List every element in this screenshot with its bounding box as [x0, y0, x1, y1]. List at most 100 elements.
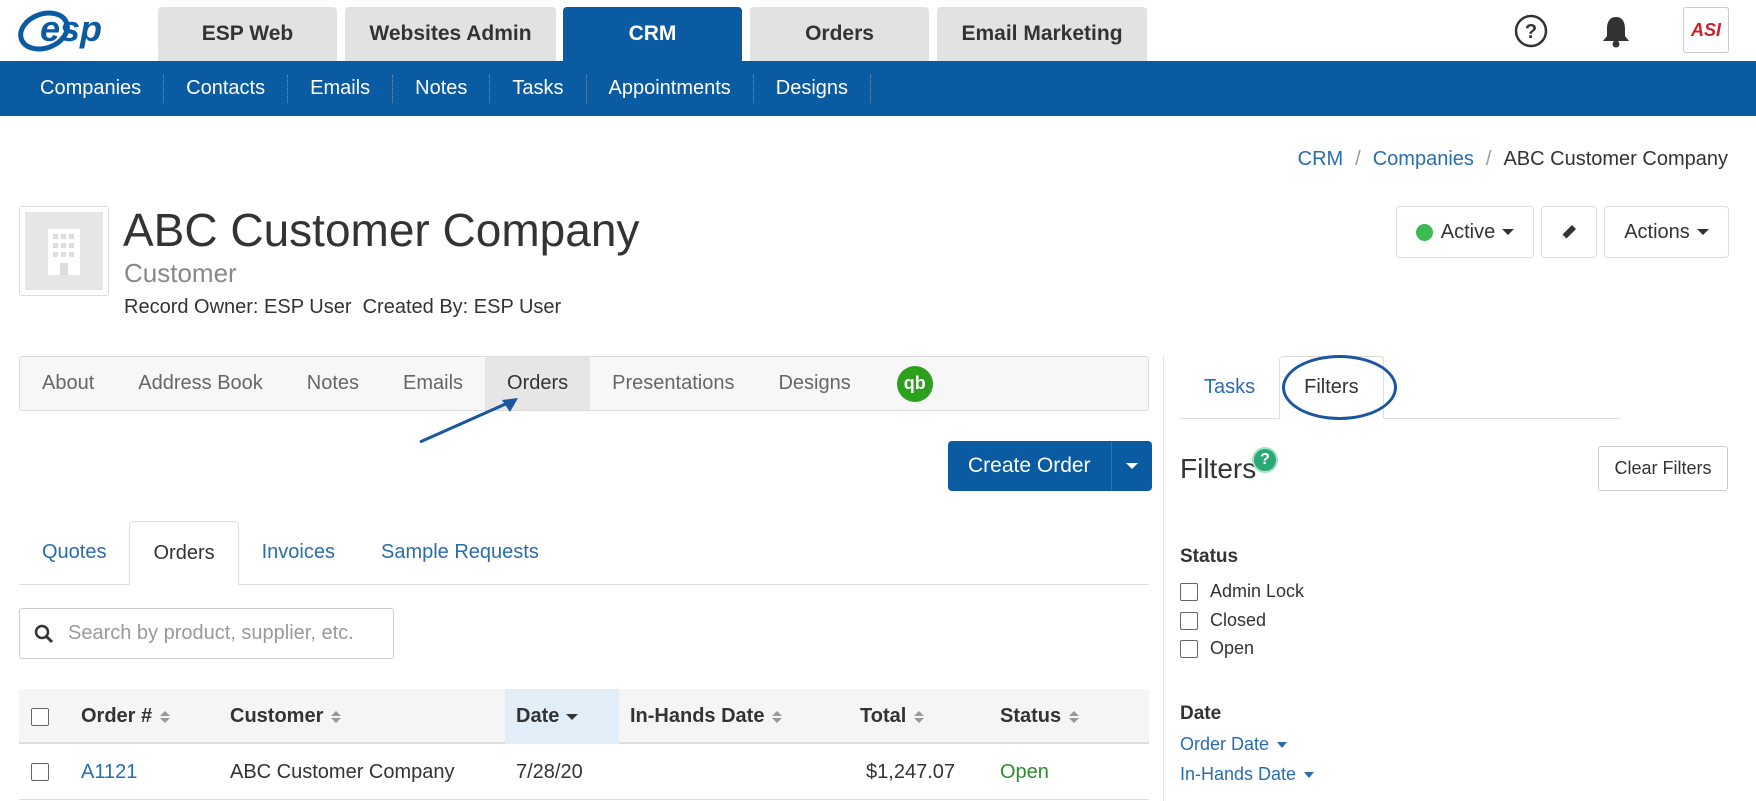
- tab-quotes[interactable]: Quotes: [19, 521, 129, 584]
- column-order-number[interactable]: Order #: [81, 689, 171, 744]
- subnav-emails[interactable]: Emails: [288, 74, 394, 103]
- actions-dropdown[interactable]: Actions: [1604, 206, 1729, 258]
- column-status[interactable]: Status: [1000, 689, 1080, 744]
- create-order-dropdown[interactable]: [1111, 441, 1152, 491]
- annotation-circle: [1282, 355, 1397, 420]
- sort-icon: [1069, 710, 1080, 723]
- column-in-hands-date[interactable]: In-Hands Date: [630, 689, 783, 744]
- quickbooks-icon[interactable]: qb: [896, 365, 933, 402]
- date-filter-heading: Date: [1180, 703, 1222, 724]
- subnav-notes[interactable]: Notes: [393, 74, 491, 103]
- table-row: A1121 ABC Customer Company 7/28/20 $1,24…: [19, 744, 1149, 800]
- search-icon: [34, 624, 54, 643]
- status-cell: Open: [1000, 760, 1049, 783]
- clear-filters-button[interactable]: Clear Filters: [1598, 446, 1728, 491]
- sort-icon: [331, 710, 342, 723]
- filter-option-admin-lock[interactable]: Admin Lock: [1180, 581, 1304, 602]
- tab-designs[interactable]: Designs: [756, 357, 872, 410]
- column-label: In-Hands Date: [630, 705, 765, 727]
- tab-address-book[interactable]: Address Book: [116, 357, 285, 410]
- app-tab-crm[interactable]: CRM: [563, 7, 742, 61]
- breadcrumb-current: ABC Customer Company: [1503, 148, 1728, 170]
- chevron-down-icon: [1696, 229, 1709, 235]
- tab-sample-requests[interactable]: Sample Requests: [358, 521, 562, 584]
- filter-option-label: Admin Lock: [1210, 581, 1305, 601]
- sort-icon: [914, 710, 925, 723]
- sort-icon: [160, 710, 171, 723]
- esp-logo[interactable]: esp: [18, 6, 130, 54]
- app-tab-websites-admin[interactable]: Websites Admin: [345, 7, 556, 61]
- breadcrumb-crm[interactable]: CRM: [1298, 148, 1344, 171]
- subnav-appointments[interactable]: Appointments: [587, 74, 754, 103]
- orders-table: Order # Customer Date In-Hands Date Tota…: [19, 689, 1149, 800]
- column-date[interactable]: Date: [505, 689, 619, 744]
- building-icon: [25, 212, 103, 290]
- breadcrumb-companies[interactable]: Companies: [1373, 148, 1474, 171]
- total-cell: $1,247.07: [866, 760, 955, 783]
- status-label: Active: [1440, 220, 1496, 243]
- pencil-icon: [1562, 225, 1576, 239]
- annotation-arrow: [419, 398, 518, 444]
- filter-checkbox[interactable]: [1180, 582, 1198, 601]
- bell-icon[interactable]: [1593, 8, 1639, 54]
- date-cell: 7/28/20: [516, 760, 583, 783]
- tab-tasks[interactable]: Tasks: [1180, 356, 1279, 418]
- chevron-down-icon: [1277, 741, 1288, 748]
- filter-option-label: Open: [1210, 638, 1255, 658]
- column-customer[interactable]: Customer: [230, 689, 342, 744]
- svg-text:?: ?: [1525, 21, 1537, 43]
- row-checkbox-cell: [31, 744, 49, 800]
- help-icon[interactable]: ?: [1252, 447, 1278, 473]
- tab-invoices[interactable]: Invoices: [239, 521, 358, 584]
- filter-checkbox[interactable]: [1180, 611, 1198, 630]
- filter-option-label: Closed: [1210, 610, 1267, 630]
- tab-notes[interactable]: Notes: [285, 357, 381, 410]
- tab-about[interactable]: About: [20, 357, 116, 410]
- column-label: Order #: [81, 705, 153, 727]
- sort-icon: [772, 710, 783, 723]
- filter-option-open[interactable]: Open: [1180, 638, 1254, 659]
- chevron-down-icon: [1502, 229, 1515, 235]
- filter-link-label: Order Date: [1180, 734, 1270, 754]
- subnav-designs[interactable]: Designs: [754, 74, 872, 103]
- page-title: ABC Customer Company: [123, 204, 640, 256]
- create-order-button-group: Create Order: [948, 441, 1152, 491]
- breadcrumb-separator: /: [1485, 148, 1492, 170]
- table-header: Order # Customer Date In-Hands Date Tota…: [19, 689, 1149, 744]
- record-tabs: About Address Book Notes Emails Orders P…: [19, 356, 1149, 411]
- sort-desc-icon: [566, 713, 579, 720]
- in-hands-date-filter[interactable]: In-Hands Date: [1180, 764, 1315, 785]
- help-circle-icon[interactable]: ?: [1508, 8, 1554, 54]
- user-avatar[interactable]: asi: [1683, 7, 1729, 53]
- column-total[interactable]: Total: [860, 689, 925, 744]
- tab-orders-sub[interactable]: Orders: [129, 521, 239, 585]
- column-label: Customer: [230, 705, 324, 727]
- subnav-tasks[interactable]: Tasks: [490, 74, 587, 103]
- app-tab-email-marketing[interactable]: Email Marketing: [937, 7, 1147, 61]
- column-label: Status: [1000, 705, 1062, 727]
- customer-cell: ABC Customer Company: [230, 760, 455, 783]
- status-dropdown[interactable]: Active: [1396, 206, 1534, 258]
- tab-presentations[interactable]: Presentations: [590, 357, 756, 410]
- row-checkbox[interactable]: [31, 763, 49, 781]
- breadcrumb: CRM / Companies / ABC Customer Company: [1298, 148, 1728, 171]
- subnav-contacts[interactable]: Contacts: [164, 74, 289, 103]
- app-tab-orders[interactable]: Orders: [750, 7, 929, 61]
- select-all-checkbox[interactable]: [31, 707, 49, 726]
- asi-logo: asi: [1690, 19, 1721, 40]
- edit-button[interactable]: [1541, 206, 1597, 258]
- actions-label: Actions: [1624, 220, 1690, 243]
- record-owner-info: Record Owner: ESP User Created By: ESP U…: [124, 296, 562, 318]
- order-type-tabs: Quotes Orders Invoices Sample Requests: [19, 521, 1149, 585]
- order-number-link[interactable]: A1121: [81, 744, 137, 800]
- create-order-button[interactable]: Create Order: [948, 441, 1112, 491]
- search-input[interactable]: [68, 622, 368, 645]
- filter-option-closed[interactable]: Closed: [1180, 610, 1266, 631]
- breadcrumb-separator: /: [1355, 148, 1361, 170]
- company-logo: [19, 206, 109, 296]
- order-date-filter[interactable]: Order Date: [1180, 734, 1288, 755]
- side-panel-tabs: Tasks Filters: [1180, 356, 1620, 419]
- filter-checkbox[interactable]: [1180, 639, 1198, 658]
- app-tab-esp-web[interactable]: ESP Web: [158, 7, 337, 61]
- subnav-companies[interactable]: Companies: [18, 74, 165, 103]
